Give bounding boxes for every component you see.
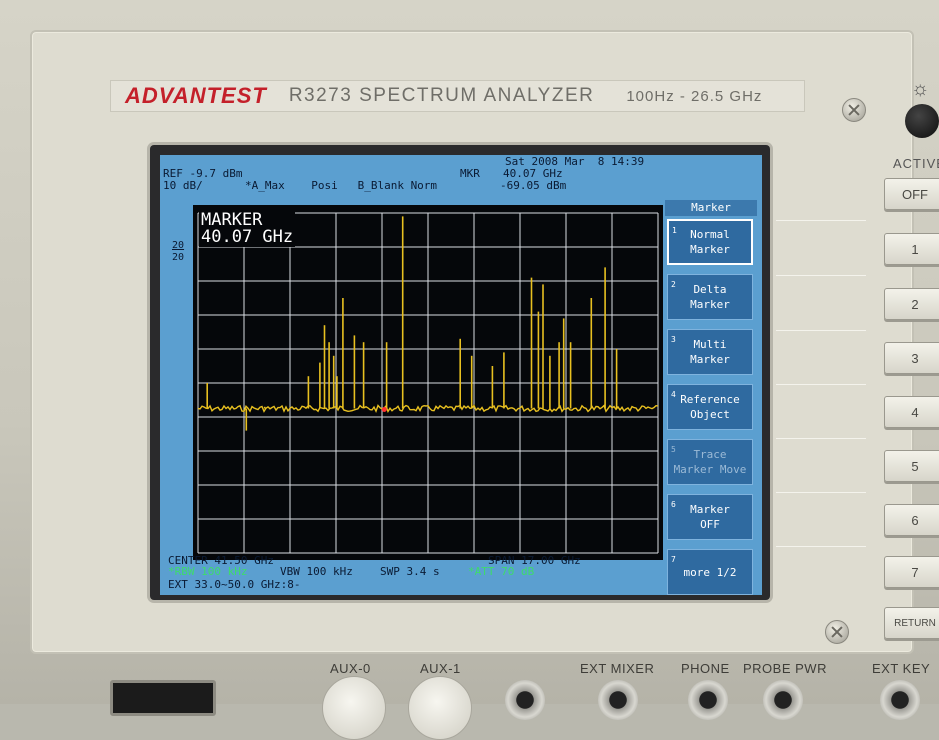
marker-dot (381, 407, 387, 412)
softkey-4-button[interactable]: 4 (884, 396, 939, 428)
softkey-normal-marker[interactable]: 1 Normal Marker (667, 219, 753, 265)
scale-per-div: 10 dB/ (163, 179, 203, 192)
softkey-reference-object[interactable]: 4 Reference Object (667, 384, 753, 430)
analyzer-screen: Sat 2008 Mar 8 14:39 REF -9.7 dBm MKR 40… (160, 155, 762, 595)
attenuation: *ATT 70 dB (468, 565, 535, 578)
active-off-button[interactable]: OFF (884, 178, 939, 210)
softkey-trace-marker-move[interactable]: 5 Trace Marker Move (667, 439, 753, 485)
probe-pwr-label: PROBE PWR (743, 661, 827, 676)
softkey-1-button[interactable]: 1 (884, 233, 939, 265)
aux-1-knob[interactable] (408, 676, 472, 740)
return-button[interactable]: RETURN (884, 607, 939, 639)
softkey-6-button[interactable]: 6 (884, 504, 939, 536)
marker-readout-frequency: 40.07 GHz (201, 227, 294, 247)
instrument-case: ADVANTEST R3273 SPECTRUM ANALYZER 100Hz … (0, 0, 939, 740)
phone-label: PHONE (681, 661, 730, 676)
softkey-menu-title: Marker (665, 200, 757, 216)
softkey-menu: Marker 1 Normal Marker 2 Delta Marker 3 … (665, 198, 757, 595)
softkey-multi-marker[interactable]: 3 Multi Marker (667, 329, 753, 375)
connector-port[interactable] (505, 680, 545, 720)
probe-pwr-port[interactable] (763, 680, 803, 720)
softkey-guide-line (776, 220, 866, 221)
softkey-5-button[interactable]: 5 (884, 450, 939, 482)
brightness-knob[interactable] (905, 104, 939, 138)
sweep-time: SWP 3.4 s (380, 565, 440, 578)
screw-icon (842, 98, 866, 122)
softkey-3-button[interactable]: 3 (884, 342, 939, 374)
aux-1-label: AUX-1 (420, 661, 461, 676)
active-label: ACTIVE (893, 156, 939, 171)
rbw: *RBW 100 kHz (168, 565, 248, 578)
softkey-guide-line (776, 546, 866, 547)
ext-mixer-range: EXT 33.0~50.0 GHz:8- (168, 578, 301, 591)
ext-key-label: EXT KEY (872, 661, 931, 676)
aux-0-knob[interactable] (322, 676, 386, 740)
ext-mixer-label: EXT MIXER (580, 661, 655, 676)
label-strip: ADVANTEST R3273 SPECTRUM ANALYZER 100Hz … (110, 80, 805, 112)
vbw: VBW 100 kHz (280, 565, 353, 578)
scale-mark-top: 20 (172, 240, 185, 251)
softkey-guide-line (776, 275, 866, 276)
marker-readout: MARKER 40.07 GHz (199, 211, 296, 247)
phone-jack[interactable] (688, 680, 728, 720)
aux-0-label: AUX-0 (330, 661, 371, 676)
spectrum-trace-svg (197, 212, 659, 554)
softkey-delta-marker[interactable]: 2 Delta Marker (667, 274, 753, 320)
trace-modes: *A_Max Posi B_Blank Norm (245, 179, 438, 192)
brand-logo: ADVANTEST (125, 83, 267, 108)
mkr-label: MKR (460, 167, 480, 180)
mkr-level: -69.05 dBm (500, 179, 567, 192)
softkey-guide-line (776, 330, 866, 331)
softkey-7-button[interactable]: 7 (884, 556, 939, 588)
softkey-guide-line (776, 438, 866, 439)
spectrum-plot[interactable]: MARKER 40.07 GHz (193, 205, 663, 560)
model-name: R3273 SPECTRUM ANALYZER (288, 85, 595, 106)
scale-mark-bottom: 20 (172, 252, 185, 263)
softkey-guide-line (776, 384, 866, 385)
softkey-more[interactable]: 7 more 1/2 (667, 549, 753, 595)
screw-icon (825, 620, 849, 644)
brightness-icon: ☼ (911, 78, 930, 100)
ext-mixer-port[interactable] (598, 680, 638, 720)
softkey-marker-off[interactable]: 6 Marker OFF (667, 494, 753, 540)
power-switch[interactable] (110, 680, 216, 716)
frequency-range-label: 100Hz - 26.5 GHz (626, 87, 763, 105)
softkey-2-button[interactable]: 2 (884, 288, 939, 320)
softkey-guide-line (776, 492, 866, 493)
ext-key-port[interactable] (880, 680, 920, 720)
